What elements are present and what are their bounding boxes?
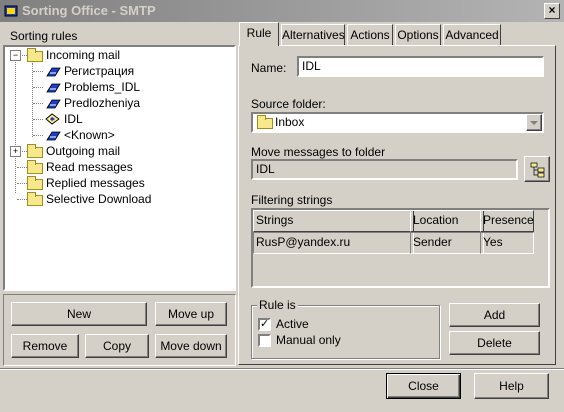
app-icon (4, 5, 18, 17)
active-checkbox[interactable]: ✓ (258, 318, 271, 331)
tree-item-known[interactable]: <Known> (64, 127, 115, 143)
tab-alternatives[interactable]: Alternatives (281, 24, 345, 45)
inbox-folder-icon (257, 115, 273, 129)
copy-button[interactable]: Copy (85, 334, 149, 358)
manual-only-checkbox[interactable] (258, 334, 271, 347)
rule-selected-icon (45, 113, 60, 125)
tree-item-idl[interactable]: IDL (64, 111, 83, 127)
sorting-rules-label: Sorting rules (10, 29, 78, 43)
rule-icon (46, 99, 61, 109)
name-label: Name: (251, 61, 287, 75)
chevron-down-icon (530, 121, 538, 125)
manual-only-label: Manual only (276, 333, 341, 347)
window-title: Sorting Office - SMTP (22, 3, 156, 18)
tree-item-incoming-mail[interactable]: Incoming mail (46, 47, 120, 63)
tab-rule[interactable]: Rule (239, 22, 279, 46)
source-folder-label: Source folder: (251, 97, 326, 111)
move-up-button[interactable]: Move up (155, 302, 227, 326)
folder-icon (27, 192, 43, 206)
tab-actions[interactable]: Actions (347, 24, 393, 45)
tree-item-read-messages[interactable]: Read messages (46, 159, 133, 175)
filtering-strings-label: Filtering strings (251, 193, 333, 207)
delete-button[interactable]: Delete (449, 331, 540, 355)
footer-divider (0, 368, 564, 370)
folder-icon (27, 144, 43, 158)
tree-item-predlozheniya[interactable]: Predlozheniya (64, 95, 140, 111)
grid-cell-location[interactable]: Sender (410, 232, 484, 254)
tab-advanced[interactable]: Advanced (443, 24, 501, 45)
filtering-strings-grid[interactable]: Strings Location Presence RusP@yandex.ru… (251, 208, 550, 288)
tree-item-registration[interactable]: Регистрация (64, 63, 134, 79)
rules-tree[interactable]: − Incoming mail Регистрация Problems_IDL… (3, 45, 236, 291)
browse-folder-button[interactable] (524, 156, 550, 182)
move-down-button[interactable]: Move down (155, 334, 227, 358)
help-button[interactable]: Help (474, 373, 549, 399)
checkmark-icon: ✓ (260, 318, 270, 330)
title-bar[interactable]: Sorting Office - SMTP (0, 0, 564, 22)
collapse-toggle[interactable]: − (10, 50, 21, 61)
folder-icon (27, 160, 43, 174)
move-to-folder-field[interactable]: IDL (251, 159, 518, 180)
folder-icon (27, 176, 43, 190)
rule-icon (46, 67, 61, 77)
add-button[interactable]: Add (449, 303, 540, 327)
tree-item-outgoing-mail[interactable]: Outgoing mail (46, 143, 120, 159)
grid-cell-string[interactable]: RusP@yandex.ru (253, 232, 414, 254)
expand-toggle[interactable]: + (10, 146, 21, 157)
tree-item-replied-messages[interactable]: Replied messages (46, 175, 145, 191)
close-window-button[interactable]: × (544, 3, 560, 19)
name-input[interactable]: IDL (297, 56, 544, 77)
new-rule-button[interactable]: New (11, 302, 147, 326)
close-button[interactable]: Close (386, 373, 461, 399)
column-header-location[interactable]: Location (410, 210, 484, 232)
tree-item-selective-download[interactable]: Selective Download (46, 191, 151, 207)
move-to-folder-label: Move messages to folder (251, 145, 386, 159)
rule-icon (46, 131, 61, 141)
rule-is-group (251, 305, 440, 359)
dropdown-button[interactable] (526, 114, 542, 131)
folder-icon (27, 48, 43, 62)
rule-icon (46, 83, 61, 93)
column-header-strings[interactable]: Strings (253, 210, 414, 232)
grid-cell-presence[interactable]: Yes (480, 232, 534, 254)
active-label: Active (276, 317, 309, 331)
source-folder-value: Inbox (275, 115, 305, 129)
folder-tree-icon (530, 162, 545, 178)
tree-item-problems-idl[interactable]: Problems_IDL (64, 79, 140, 95)
rule-is-label: Rule is (257, 298, 298, 312)
column-header-presence[interactable]: Presence (480, 210, 534, 232)
tab-options[interactable]: Options (395, 24, 441, 45)
remove-button[interactable]: Remove (11, 334, 79, 358)
source-folder-select[interactable]: Inbox (251, 112, 544, 133)
